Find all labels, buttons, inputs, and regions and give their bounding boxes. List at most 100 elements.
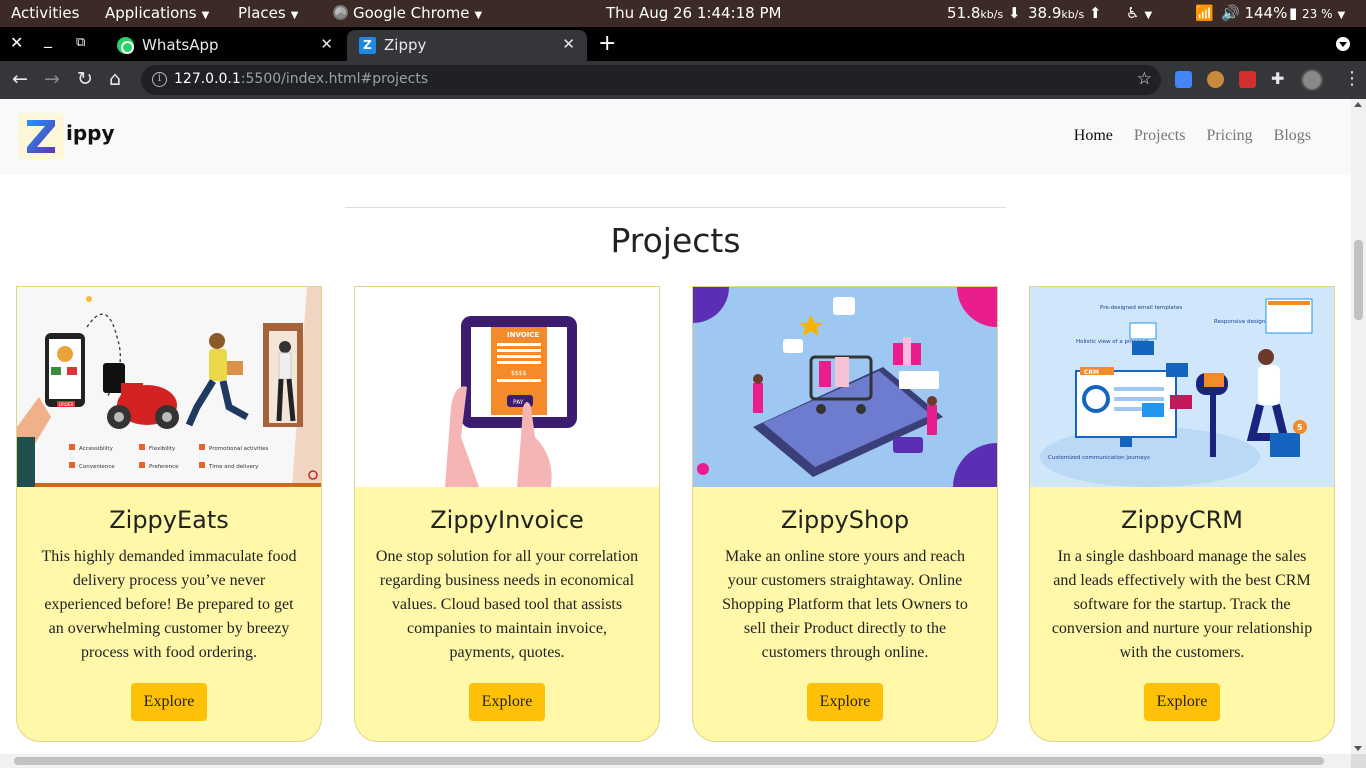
zippy-favicon: Z [359,37,376,54]
forward-icon[interactable]: → [44,68,60,90]
nav-home[interactable]: Home [1074,127,1113,144]
url-text[interactable]: 127.0.0.1:5500/index.html#projects [174,71,428,87]
explore-button[interactable]: Explore [131,683,207,721]
translate-extension-icon[interactable] [1175,71,1192,88]
project-title: ZippyShop [780,506,910,534]
back-icon[interactable]: ← [12,68,28,90]
svg-text:INVOICE: INVOICE [507,331,539,339]
svg-text:PAY: PAY [513,399,524,406]
explore-button[interactable]: Explore [1144,683,1220,721]
accessibility-icon: ♿ [1126,4,1140,22]
nav-links: Home Projects Pricing Blogs [1057,127,1311,145]
zippyeats-illustration: ORDER Accessibility Flexibility Promotio… [17,287,321,487]
tab-whatsapp[interactable]: WhatsApp ✕ [105,30,345,61]
project-title: ZippyInvoice [430,506,584,534]
horizontal-scrollbar[interactable] [0,754,1351,768]
volume-indicator[interactable]: 🔊 144% [1221,4,1287,22]
zippyinvoice-illustration: INVOICE $$$$ PAY [355,287,659,487]
project-card-zippyeats: ORDER Accessibility Flexibility Promotio… [16,286,322,742]
battery-indicator[interactable]: ▮ 23 % ▼ [1289,4,1345,22]
project-description: One stop solution for all your correlati… [375,548,639,661]
arrow-down-icon: ⬇ [1007,4,1021,22]
nav-projects[interactable]: Projects [1134,127,1186,144]
site-navbar: ippy Home Projects Pricing Blogs [0,99,1351,175]
chevron-down-icon: ▼ [290,10,299,21]
app-menu[interactable]: Google Chrome ▼ [333,4,482,22]
wifi-icon[interactable]: 📶 [1195,4,1214,22]
nav-pricing[interactable]: Pricing [1206,127,1252,144]
clock[interactable]: Thu Aug 26 1:44:18 PM [606,4,781,22]
net-download: 51.8kb/s ⬇ [947,4,1021,22]
close-tab-icon[interactable]: ✕ [562,35,575,53]
profile-avatar[interactable] [1301,69,1323,91]
system-top-bar: Activities Applications ▼ Places ▼ Google … [0,0,1366,27]
svg-text:Pre-designed email templates: Pre-designed email templates [1100,305,1182,311]
brand-name: ippy [66,121,115,145]
activities-button[interactable]: Activities [11,4,79,22]
close-window-icon[interactable]: ✕ [10,33,23,52]
svg-text:Customized communication journ: Customized communication journeys [1048,455,1150,461]
places-menu[interactable]: Places ▼ [238,4,298,22]
home-icon[interactable]: ⌂ [109,68,121,90]
address-bar[interactable]: i 127.0.0.1:5500/index.html#projects ☆ [141,65,1161,95]
svg-text:$$$$: $$$$ [511,370,526,377]
explore-button[interactable]: Explore [469,683,545,721]
project-description: Make an online store yours and reach you… [722,548,968,661]
svg-text:Promotional activities: Promotional activities [209,446,269,452]
extensions-puzzle-icon[interactable]: ✚ [1271,69,1288,88]
scrollbar-thumb[interactable] [1354,240,1363,320]
minimize-window-icon[interactable]: _ [44,29,52,48]
svg-text:Accessibility: Accessibility [79,446,114,452]
info-icon[interactable]: i [152,72,167,87]
tab-title: Zippy [384,36,427,54]
svg-text:Time and delivery: Time and delivery [208,464,259,470]
svg-text:Preference: Preference [149,464,179,470]
zippycrm-illustration: Pre-designed email templates Responsive … [1030,287,1334,487]
project-title: ZippyCRM [1121,506,1243,534]
scroll-up-icon[interactable] [1354,102,1362,107]
reload-icon[interactable]: ↻ [77,68,93,90]
section-divider [345,207,1006,208]
restore-window-icon[interactable]: ⧉ [76,35,85,50]
close-tab-icon[interactable]: ✕ [320,35,333,53]
svg-text:ORDER: ORDER [59,402,74,407]
project-card-zippyshop: ZippyShop Make an online store yours and… [692,286,998,742]
svg-text:Convenience: Convenience [79,464,115,470]
battery-icon: ▮ [1289,4,1298,22]
scrollbar-corner [1351,754,1366,768]
explore-button[interactable]: Explore [807,683,883,721]
section-title: Projects [610,221,741,260]
project-title: ZippyEats [109,506,229,534]
vertical-scrollbar[interactable] [1351,99,1366,754]
project-description: This highly demanded immaculate food del… [41,548,297,661]
svg-text:5: 5 [1297,423,1303,432]
new-tab-icon[interactable]: + [598,31,616,56]
applications-menu[interactable]: Applications ▼ [105,4,209,22]
accessibility-menu[interactable]: ♿ ▼ [1126,4,1152,22]
cookie-extension-icon[interactable] [1207,71,1224,88]
chevron-down-icon: ▼ [474,10,483,21]
z-logo-mark [18,113,64,159]
office-extension-icon[interactable] [1239,71,1256,88]
project-card-zippyinvoice: INVOICE $$$$ PAY ZippyInvoice One stop s… [354,286,660,742]
volume-icon: 🔊 [1221,4,1240,22]
svg-text:Responsive design: Responsive design [1214,319,1266,325]
browser-toolbar: ← → ↻ ⌂ i 127.0.0.1:5500/index.html#proj… [0,61,1366,99]
scroll-down-icon[interactable] [1354,746,1362,751]
tab-search-icon[interactable] [1336,37,1350,51]
tab-strip: ✕ _ ⧉ WhatsApp ✕ Z Zippy ✕ + [0,27,1366,61]
scrollbar-thumb[interactable] [14,757,1324,765]
tab-zippy[interactable]: Z Zippy ✕ [347,30,587,61]
arrow-up-icon: ⬆ [1088,4,1102,22]
net-upload: 38.9kb/s ⬆ [1028,4,1102,22]
chevron-down-icon: ▼ [1337,10,1346,21]
project-card-zippycrm: Pre-designed email templates Responsive … [1029,286,1335,742]
nav-blogs[interactable]: Blogs [1274,127,1311,144]
more-menu-icon[interactable]: ⋮ [1343,68,1361,89]
chevron-down-icon: ▼ [1144,10,1153,21]
project-description: In a single dashboard manage the sales a… [1051,548,1313,661]
tab-title: WhatsApp [142,36,219,54]
zippy-logo[interactable]: ippy [18,113,115,159]
bookmark-star-icon[interactable]: ☆ [1137,69,1152,89]
chevron-down-icon: ▼ [201,10,210,21]
